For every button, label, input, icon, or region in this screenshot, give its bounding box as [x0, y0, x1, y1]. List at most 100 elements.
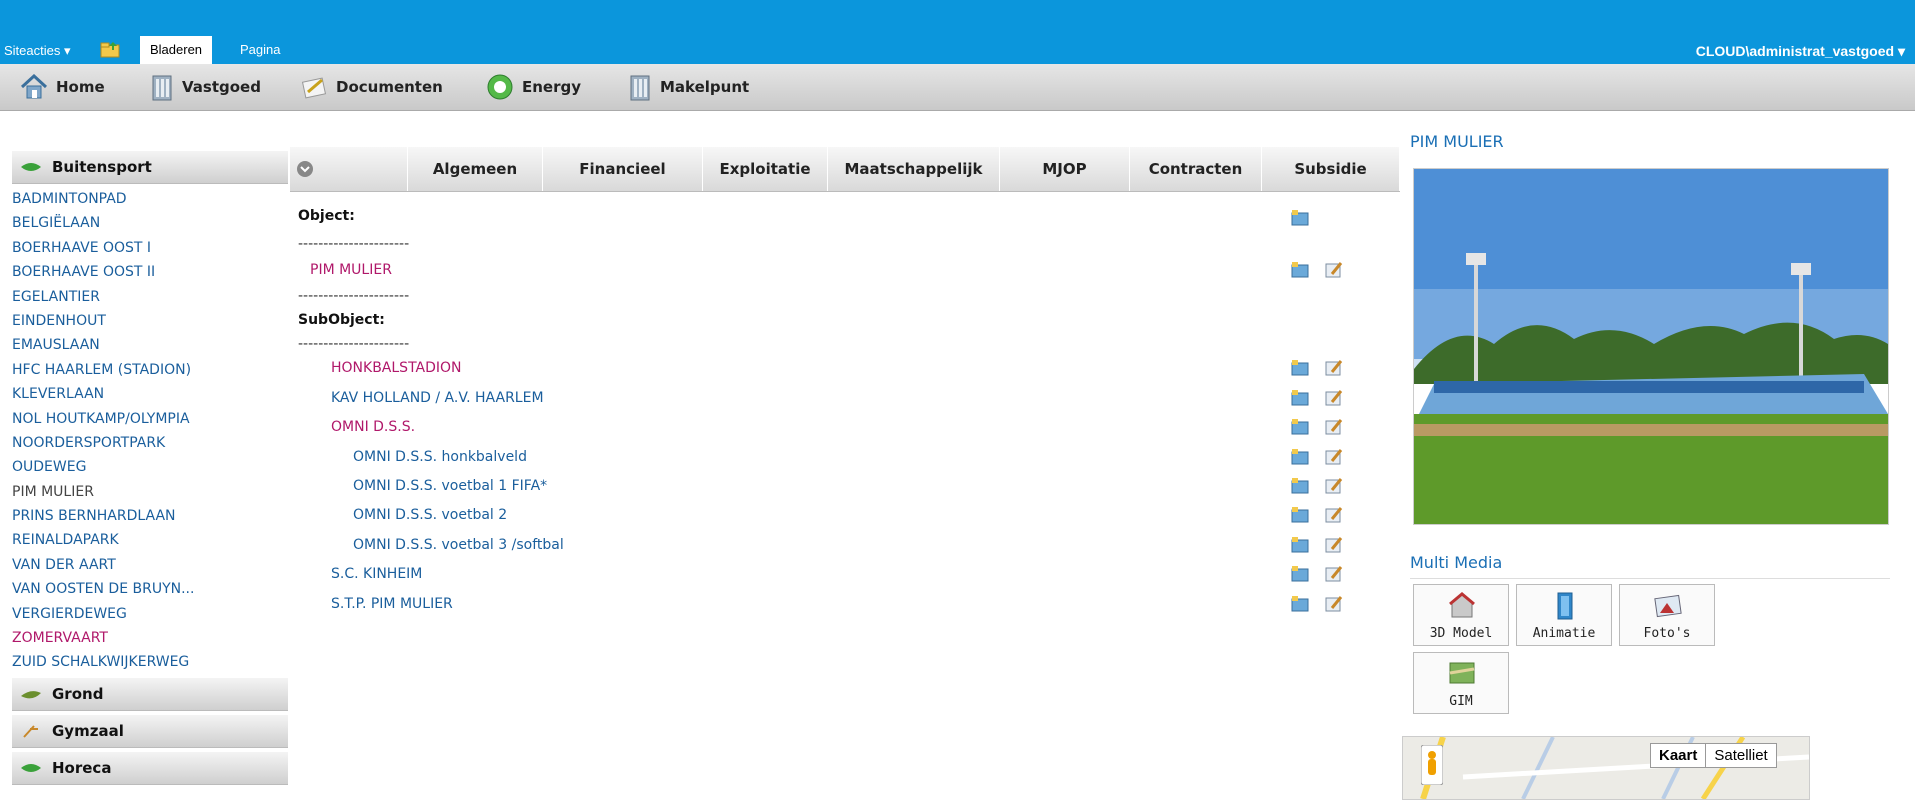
- subobject-link[interactable]: S.T.P. PIM MULIER: [331, 596, 453, 612]
- new-item-icon[interactable]: [1290, 535, 1310, 553]
- section-buitensport[interactable]: Buitensport: [12, 151, 288, 184]
- nav-makelpunt[interactable]: Makelpunt: [628, 74, 750, 101]
- media-label: Animatie: [1532, 626, 1596, 641]
- new-item-icon[interactable]: [1290, 447, 1310, 465]
- sidebar-item[interactable]: HFC HAARLEM (STADION): [12, 358, 288, 382]
- nav-energy[interactable]: Energy: [486, 74, 581, 100]
- edit-icon[interactable]: [1324, 447, 1344, 465]
- media-gim-button[interactable]: GIM: [1413, 652, 1509, 714]
- folder-up-icon[interactable]: [100, 40, 120, 58]
- sidebar-item[interactable]: EMAUSLAAN: [12, 333, 288, 357]
- edit-icon[interactable]: [1324, 476, 1344, 494]
- subobject-link[interactable]: OMNI D.S.S. voetbal 2: [353, 507, 507, 523]
- section-label: Gymzaal: [52, 721, 124, 740]
- nav-energy-label: Energy: [522, 78, 582, 96]
- object-label: Object:: [298, 208, 355, 224]
- gym-icon: [23, 725, 38, 738]
- document-icon: [301, 77, 327, 99]
- section-label: Buitensport: [52, 158, 152, 176]
- sidebar-item[interactable]: PRINS BERNHARDLAAN: [12, 504, 288, 528]
- tab-algemeen[interactable]: Algemeen: [408, 147, 543, 191]
- new-item-icon[interactable]: [1290, 208, 1310, 226]
- nav-home[interactable]: Home: [20, 74, 105, 100]
- object-name-link[interactable]: PIM MULIER: [310, 262, 392, 278]
- edit-icon[interactable]: [1324, 260, 1344, 278]
- sidebar-item[interactable]: ZUID SCHALKWIJKERWEG: [12, 650, 288, 674]
- sidebar-item[interactable]: VAN DER AART: [12, 553, 288, 577]
- subobject-link[interactable]: S.C. KINHEIM: [331, 566, 422, 582]
- subobject-link[interactable]: HONKBALSTADION: [331, 360, 462, 376]
- sidebar-list: BADMINTONPAD BELGIËLAAN BOERHAAVE OOST I…: [12, 184, 288, 678]
- edit-icon[interactable]: [1324, 564, 1344, 582]
- subobject-link[interactable]: OMNI D.S.S. voetbal 1 FIFA*: [353, 478, 547, 494]
- new-item-icon[interactable]: [1290, 476, 1310, 494]
- home-icon: [20, 74, 48, 99]
- subobject-link[interactable]: OMNI D.S.S.: [331, 419, 415, 435]
- photo-icon: [1654, 594, 1682, 618]
- nav-makelpunt-label: Makelpunt: [660, 78, 750, 96]
- tab-mjop[interactable]: MJOP: [1000, 147, 1130, 191]
- section-grond[interactable]: Grond: [12, 677, 288, 711]
- sidebar-item[interactable]: OUDEWEG: [12, 455, 288, 479]
- sidebar-item[interactable]: BOERHAAVE OOST I: [12, 236, 288, 260]
- edit-icon[interactable]: [1324, 535, 1344, 553]
- subobject-link[interactable]: OMNI D.S.S. honkbalveld: [353, 449, 527, 465]
- new-item-icon[interactable]: [1290, 505, 1310, 523]
- section-gymzaal[interactable]: Gymzaal: [12, 714, 288, 748]
- divider: [1410, 578, 1890, 579]
- sidebar-item[interactable]: NOL HOUTKAMP/OLYMPIA: [12, 407, 288, 431]
- edit-icon[interactable]: [1324, 358, 1344, 376]
- section-label: Horeca: [52, 758, 112, 777]
- sidebar-item[interactable]: VERGIERDEWEG: [12, 602, 288, 626]
- nav-vastgoed-label: Vastgoed: [182, 78, 261, 96]
- building-icon: [630, 75, 650, 101]
- edit-icon[interactable]: [1324, 417, 1344, 435]
- sidebar-item-visited[interactable]: ZOMERVAART: [12, 626, 288, 650]
- tab-pagina[interactable]: Pagina: [230, 36, 290, 64]
- sidebar-item[interactable]: KLEVERLAAN: [12, 382, 288, 406]
- sidebar-item[interactable]: NOORDERSPORTPARK: [12, 431, 288, 455]
- tab-exploitatie[interactable]: Exploitatie: [703, 147, 828, 191]
- map-satelliet-button[interactable]: Satelliet: [1706, 744, 1775, 767]
- nav-documenten[interactable]: Documenten: [300, 74, 443, 100]
- tab-financieel[interactable]: Financieel: [543, 147, 703, 191]
- separator: ----------------------: [298, 236, 410, 252]
- tab-bladeren[interactable]: Bladeren: [140, 36, 213, 64]
- leaf-icon: [21, 163, 41, 171]
- new-item-icon[interactable]: [1290, 564, 1310, 582]
- pegman-icon[interactable]: [1421, 745, 1443, 785]
- new-item-icon[interactable]: [1290, 358, 1310, 376]
- media-3d-model-button[interactable]: 3D Model: [1413, 584, 1509, 646]
- subobject-link[interactable]: KAV HOLLAND / A.V. HAARLEM: [331, 390, 544, 406]
- collapse-toggle[interactable]: [290, 147, 408, 191]
- media-fotos-button[interactable]: Foto's: [1619, 584, 1715, 646]
- sidebar-item[interactable]: BOERHAAVE OOST II: [12, 260, 288, 284]
- new-item-icon[interactable]: [1290, 260, 1310, 278]
- tab-subsidie[interactable]: Subsidie: [1262, 147, 1400, 191]
- new-item-icon[interactable]: [1290, 417, 1310, 435]
- media-animatie-button[interactable]: Animatie: [1516, 584, 1612, 646]
- new-item-icon[interactable]: [1290, 594, 1310, 612]
- sidebar-item[interactable]: EGELANTIER: [12, 285, 288, 309]
- object-title: PIM MULIER: [1410, 132, 1504, 151]
- new-item-icon[interactable]: [1290, 388, 1310, 406]
- sidebar-item[interactable]: EINDENHOUT: [12, 309, 288, 333]
- row-actions: [1290, 535, 1344, 553]
- section-horeca[interactable]: Horeca: [12, 751, 288, 785]
- edit-icon[interactable]: [1324, 594, 1344, 612]
- sidebar-item[interactable]: BADMINTONPAD: [12, 187, 288, 211]
- sidebar-item[interactable]: BELGIËLAAN: [12, 211, 288, 235]
- map-kaart-button[interactable]: Kaart: [1651, 744, 1707, 767]
- row-actions: [1290, 447, 1344, 465]
- tab-contracten[interactable]: Contracten: [1130, 147, 1262, 191]
- sidebar-item-current[interactable]: PIM MULIER: [12, 480, 288, 504]
- tab-maatschappelijk[interactable]: Maatschappelijk: [828, 147, 1000, 191]
- siteacties-menu[interactable]: Siteacties ▾: [4, 43, 71, 59]
- nav-vastgoed[interactable]: Vastgoed: [150, 74, 261, 101]
- user-menu[interactable]: CLOUD\administrat_vastgoed ▾: [1696, 43, 1905, 60]
- edit-icon[interactable]: [1324, 505, 1344, 523]
- subobject-link[interactable]: OMNI D.S.S. voetbal 3 /softbal: [353, 537, 564, 553]
- sidebar-item[interactable]: REINALDAPARK: [12, 528, 288, 552]
- sidebar-item[interactable]: VAN OOSTEN DE BRUYN...: [12, 577, 288, 601]
- edit-icon[interactable]: [1324, 388, 1344, 406]
